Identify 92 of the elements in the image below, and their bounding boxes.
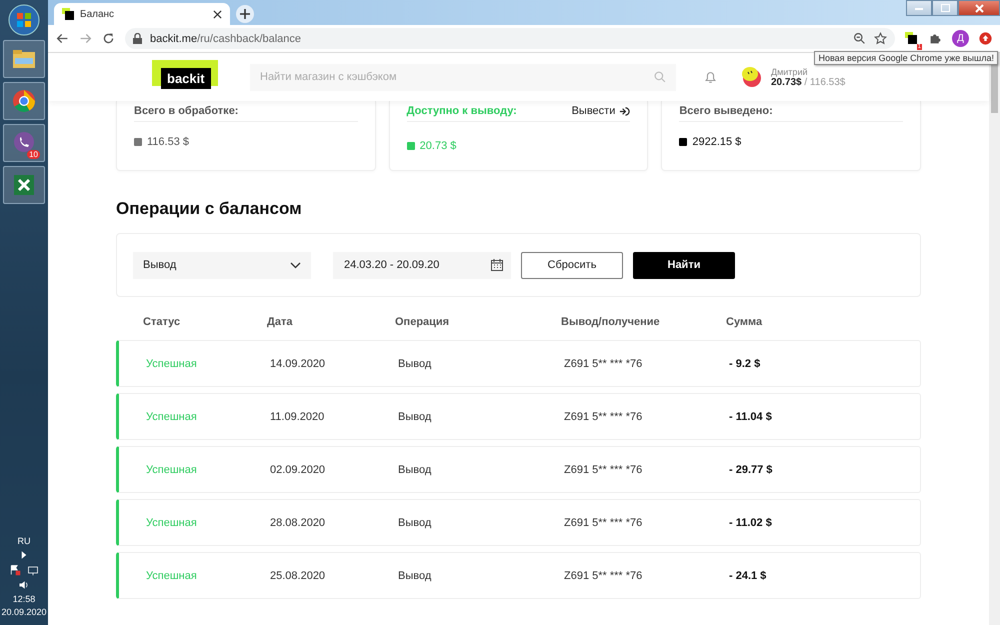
card-amount: 116.53 $	[147, 136, 190, 148]
puzzle-icon	[929, 32, 942, 45]
column-header: Операция	[395, 315, 450, 330]
tooltip: Новая версия Google Chrome уже вышла!	[814, 51, 998, 65]
find-button[interactable]: Найти	[633, 252, 735, 278]
column-header: Статус	[142, 315, 182, 330]
column-header: Дата	[267, 315, 294, 330]
card-amount: 2922.15 $	[692, 136, 742, 148]
withdraw-icon	[619, 106, 630, 116]
amount-cell-text: - 9.2 $	[729, 358, 762, 370]
operation-cell-text: Вывод	[398, 570, 432, 582]
folder-app[interactable]	[3, 40, 45, 78]
card-label: Всего в обработке:	[134, 105, 238, 117]
minimize-icon	[915, 6, 923, 10]
network-icon	[26, 564, 39, 576]
reload-icon	[102, 32, 115, 45]
bell-icon[interactable]	[704, 70, 717, 84]
date-cell-text: 14.09.2020	[270, 358, 326, 370]
account-cell-text: Z691 5** *** *76	[564, 464, 644, 476]
close-icon[interactable]	[213, 10, 222, 18]
amount-cell-text: - 24.1 $	[729, 570, 768, 582]
status-cell-text: Успешная	[145, 464, 198, 476]
phone-app[interactable]: 10	[3, 124, 45, 162]
operation-cell-text: Вывод	[398, 358, 432, 370]
browser-tab[interactable]: Баланс	[54, 3, 230, 25]
reset-button[interactable]: Сбросить	[521, 252, 623, 278]
status-cell-text: Успешная	[145, 410, 198, 422]
operation-dropdown[interactable]: Вывод	[133, 252, 311, 278]
account-cell-text: Z691 5** *** *76	[564, 410, 644, 422]
date-cell-text: 11.09.2020	[270, 410, 326, 422]
url-text: backit.me/ru/cashback/balance	[150, 32, 302, 44]
profile-avatar[interactable]: Д	[952, 30, 969, 47]
close-icon	[974, 4, 984, 12]
calendar-icon	[491, 259, 503, 271]
minimize-button[interactable]	[906, 0, 932, 16]
browser-app[interactable]	[3, 82, 45, 120]
column-header: Сумма	[726, 315, 764, 330]
date-cell-text: 25.08.2020	[270, 570, 326, 582]
withdraw-button[interactable]: Вывести	[572, 105, 630, 117]
spreadsheet-icon	[11, 172, 37, 198]
lock-icon	[133, 33, 142, 44]
speaker-icon	[18, 579, 30, 591]
clock-time: 12:58	[12, 594, 36, 604]
date-cell-text: 28.08.2020	[270, 516, 326, 528]
account-cell-text: Z691 5** *** *76	[564, 570, 644, 582]
extension-icon	[905, 32, 919, 46]
date-cell-text: 02.09.2020	[270, 464, 326, 476]
tab-title: Баланс	[80, 8, 116, 20]
date-range-value: 24.03.20 - 20.09.20	[344, 259, 440, 271]
address-bar[interactable]: backit.me/ru/cashback/balance	[125, 28, 895, 49]
search-icon	[654, 71, 666, 83]
forward-icon	[79, 32, 92, 45]
site-favicon	[62, 8, 74, 20]
amount-cell-text: - 11.04 $	[729, 410, 773, 422]
operation-cell-text: Вывод	[398, 464, 432, 476]
clock-date: 20.09.2020	[1, 607, 47, 617]
back-icon	[56, 32, 69, 45]
new-tab-button[interactable]	[236, 5, 254, 23]
account-cell-text: Z691 5** *** *76	[564, 516, 644, 528]
search-placeholder: Найти магазин с кэшбэком	[260, 71, 398, 83]
user-balance: 20.73$ / 116.53$	[771, 76, 846, 88]
maximize-icon	[940, 4, 950, 12]
card-label: Всего выведено:	[679, 105, 773, 117]
language-indicator[interactable]: RU	[17, 536, 30, 546]
section-title: Операции с балансом	[116, 199, 303, 219]
operation-cell-text: Вывод	[398, 516, 432, 528]
date-range-field[interactable]: 24.03.20 - 20.09.20	[333, 252, 511, 278]
zoom-icon	[853, 32, 866, 45]
flag-icon	[8, 564, 21, 576]
dropdown-value: Вывод	[143, 259, 176, 271]
amount-cell-text: - 29.77 $	[729, 464, 774, 476]
star-icon	[874, 32, 887, 45]
status-cell-text: Успешная	[145, 516, 198, 528]
maximize-button[interactable]	[932, 0, 958, 16]
plus-icon	[240, 9, 250, 19]
account-cell-text: Z691 5** *** *76	[564, 358, 644, 370]
chevron-down-icon	[290, 262, 301, 268]
browser-icon	[11, 88, 37, 114]
status-cell-text: Успешная	[145, 570, 198, 582]
spreadsheet-app[interactable]	[3, 166, 45, 204]
card-amount: 20.73 $	[420, 140, 456, 152]
update-icon	[979, 32, 992, 45]
user-name: Дмитрий	[771, 66, 808, 76]
start-button[interactable]	[8, 4, 40, 36]
status-cell-text: Успешная	[145, 358, 198, 370]
close-button[interactable]	[958, 0, 1000, 16]
user-avatar[interactable]	[739, 64, 763, 90]
operation-cell-text: Вывод	[398, 410, 432, 422]
column-header: Вывод/получение	[561, 315, 661, 330]
amount-cell-text: - 11.02 $	[729, 516, 773, 528]
notification-badge: 10	[27, 150, 40, 159]
card-label: Доступно к выводу:	[406, 105, 517, 117]
